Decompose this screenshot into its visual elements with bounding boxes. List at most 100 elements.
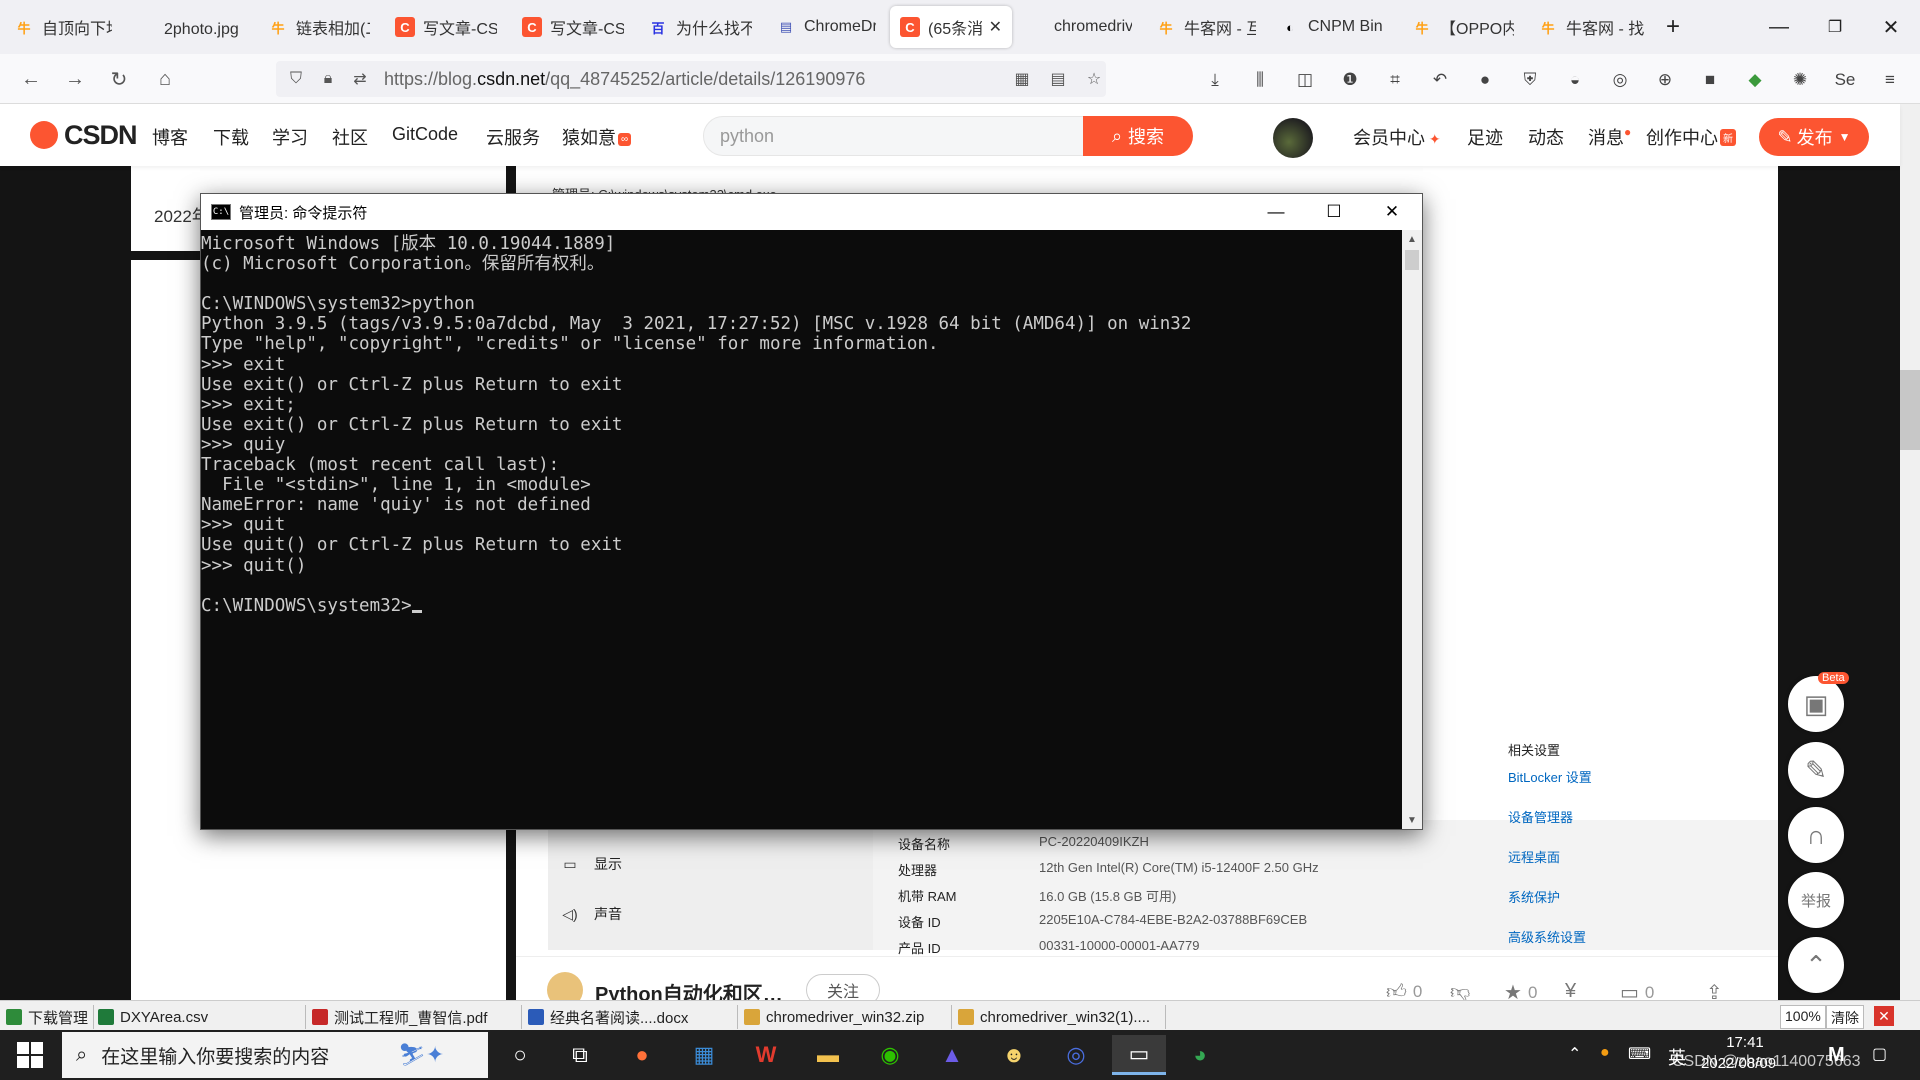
nav-download[interactable]: 下载 — [213, 124, 249, 150]
cmd-scrollbar[interactable]: ▲ ▼ — [1402, 230, 1422, 829]
tab-active[interactable]: C (65条消 ✕ — [890, 6, 1012, 48]
page-scrollbar-thumb[interactable] — [1900, 370, 1920, 450]
related-setting-link[interactable]: 系统保护 — [1508, 887, 1560, 906]
nav-vip[interactable]: 会员中心 ✦ — [1353, 124, 1441, 150]
tray-app-icon[interactable]: ● — [1600, 1044, 1610, 1062]
tab[interactable]: 牛链表相加(二 — [258, 6, 380, 48]
nav-blog[interactable]: 博客 — [152, 124, 188, 150]
reader-icon[interactable]: ▤ — [1046, 69, 1070, 89]
cmd-title-bar[interactable]: C:\ 管理员: 命令提示符 — ☐ ✕ — [201, 194, 1422, 230]
notification-icon[interactable]: ▢ — [1872, 1044, 1887, 1064]
bookmark-star-icon[interactable]: ☆ — [1082, 69, 1106, 89]
cmd-maximize-button[interactable]: ☐ — [1305, 194, 1363, 230]
page-scrollbar[interactable] — [1900, 104, 1920, 1000]
tracking-icon[interactable]: ⇄ — [348, 69, 372, 89]
related-setting-link[interactable]: 远程桌面 — [1508, 847, 1560, 866]
cmd-minimize-button[interactable]: — — [1247, 194, 1305, 230]
edit-button[interactable]: ✎ — [1788, 742, 1844, 798]
tab[interactable]: 牛【OPPO内 — [1402, 6, 1524, 48]
cmd-taskbar-icon[interactable]: ▭ — [1112, 1035, 1166, 1075]
report-button[interactable]: 举报 — [1788, 872, 1844, 928]
badge-extension-icon[interactable]: ◒ — [1563, 68, 1587, 92]
extension-counter-icon[interactable]: ❶ — [1338, 68, 1362, 92]
wps-icon[interactable]: W — [746, 1035, 786, 1075]
address-bar[interactable]: ⛉ 🔒︎ ⇄ https://blog.csdn.net/qq_48745252… — [276, 61, 1106, 97]
nav-messages[interactable]: 消息● — [1588, 124, 1631, 150]
extension-icon[interactable]: ● — [1473, 68, 1497, 92]
related-setting-link[interactable]: BitLocker 设置 — [1508, 767, 1592, 786]
csdn-logo[interactable]: CSDN — [30, 119, 138, 151]
tab[interactable]: 牛牛客网 - 找 — [1528, 6, 1658, 48]
download-item[interactable]: chromedriver_win32.zip — [740, 1005, 952, 1029]
sync-icon[interactable]: ◎ — [1608, 68, 1632, 92]
tab[interactable]: 百为什么找不 — [638, 6, 762, 48]
tab[interactable]: 牛自顶向下堆 — [4, 6, 122, 48]
customer-service-button[interactable]: ∩ — [1788, 807, 1844, 863]
csdn-search-button[interactable]: ⌕ 搜索 — [1083, 116, 1193, 156]
lock-icon[interactable]: 🔒︎ — [316, 70, 340, 88]
tab[interactable]: ▤ ChromeDr — [766, 6, 886, 48]
tab[interactable]: 2photo.jpg（ — [126, 6, 254, 48]
cmd-close-button[interactable]: ✕ — [1363, 194, 1421, 230]
home-icon[interactable]: ⌂ — [150, 64, 180, 94]
store-app-icon[interactable]: ▦ — [684, 1035, 724, 1075]
download-icon[interactable]: ⤓ — [1203, 68, 1227, 92]
crop-icon[interactable]: ⌗ — [1383, 68, 1407, 92]
download-item[interactable]: chromedriver_win32(1).... — [954, 1005, 1166, 1029]
menu-icon[interactable]: ≡ — [1878, 68, 1902, 92]
close-download-bar-icon[interactable]: ✕ — [1874, 1006, 1894, 1026]
nav-creation-center[interactable]: 创作中心新 — [1646, 124, 1736, 150]
photos-app-icon[interactable]: ▲ — [932, 1035, 972, 1075]
nav-cloud[interactable]: 云服务 — [486, 124, 540, 150]
clock-time[interactable]: 17:41 — [1720, 1034, 1770, 1051]
download-item[interactable]: DXYArea.csv — [94, 1005, 306, 1029]
qr-icon[interactable]: ▦ — [1010, 69, 1034, 89]
related-setting-link[interactable]: 高级系统设置 — [1508, 927, 1586, 946]
nav-gitcode[interactable]: GitCode — [392, 124, 458, 145]
download-item[interactable]: 测试工程师_曹智信.pdf — [308, 1005, 522, 1029]
wechat-icon[interactable]: ◉ — [870, 1035, 910, 1075]
tab[interactable]: chromedriver — [1016, 6, 1142, 48]
file-explorer-icon[interactable]: ▬ — [808, 1035, 848, 1075]
selenium-icon[interactable]: Se — [1833, 68, 1857, 92]
download-manager-button[interactable]: 下载管理 — [2, 1005, 94, 1029]
nav-yuanruyi[interactable]: 猿如意 ∞ — [562, 124, 632, 150]
tab[interactable]: ◐ CNPM Bin — [1270, 6, 1398, 48]
url-text[interactable]: https://blog.csdn.net/qq_48745252/articl… — [384, 69, 865, 90]
scroll-down-icon[interactable]: ▼ — [1402, 811, 1422, 829]
task-view-icon[interactable]: ⧉ — [560, 1035, 600, 1075]
cortana-icon[interactable]: ○ — [500, 1035, 540, 1075]
cmd-console[interactable]: Microsoft Windows [版本 10.0.19044.1889] (c… — [201, 230, 1402, 829]
user-avatar[interactable] — [1273, 118, 1313, 158]
scroll-up-icon[interactable]: ▲ — [1402, 230, 1422, 248]
openai-icon[interactable]: ✺ — [1788, 68, 1812, 92]
reload-icon[interactable]: ↻ — [104, 64, 134, 94]
keyboard-icon[interactable]: ⌨ — [1628, 1044, 1651, 1064]
taskbar-search[interactable]: ⌕ 在这里输入你要搜索的内容 ⛷✦ — [62, 1032, 488, 1078]
download-item[interactable]: 经典名著阅读....docx — [524, 1005, 738, 1029]
related-setting-link[interactable]: 设备管理器 — [1508, 807, 1573, 826]
restore-window-button[interactable]: ❐ — [1812, 8, 1858, 46]
start-button[interactable] — [10, 1037, 50, 1073]
nav-footprint[interactable]: 足迹 — [1467, 124, 1503, 150]
tray-chevron-icon[interactable]: ⌃ — [1568, 1044, 1581, 1064]
csdn-search-input[interactable]: python — [703, 116, 1093, 156]
close-window-button[interactable]: ✕ — [1868, 8, 1914, 46]
tab[interactable]: C 写文章-CSI — [385, 6, 507, 48]
nav-activity[interactable]: 动态 — [1528, 124, 1564, 150]
globe-icon[interactable]: ⊕ — [1653, 68, 1677, 92]
nav-community[interactable]: 社区 — [332, 124, 368, 150]
nav-learn[interactable]: 学习 — [272, 124, 308, 150]
app-icon[interactable]: ◎ — [1056, 1035, 1096, 1075]
undo-icon[interactable]: ↶ — [1428, 68, 1452, 92]
ai-assistant-button[interactable]: ▣ — [1788, 676, 1844, 732]
game-extension-icon[interactable]: ■ — [1698, 68, 1722, 92]
cmd-window[interactable]: C:\ 管理员: 命令提示符 — ☐ ✕ Microsoft Windows [… — [200, 193, 1423, 830]
new-tab-button[interactable]: + — [1650, 8, 1696, 46]
publish-button[interactable]: ✎ 发布 ▼ — [1759, 118, 1869, 156]
avatar-app-icon[interactable]: ☻ — [994, 1035, 1034, 1075]
chrome-icon[interactable]: ◕ — [1180, 1035, 1220, 1075]
library-icon[interactable]: ⫼ — [1248, 68, 1272, 92]
minimize-window-button[interactable]: — — [1756, 8, 1802, 46]
tab[interactable]: 牛牛客网 - 互 — [1146, 6, 1266, 48]
